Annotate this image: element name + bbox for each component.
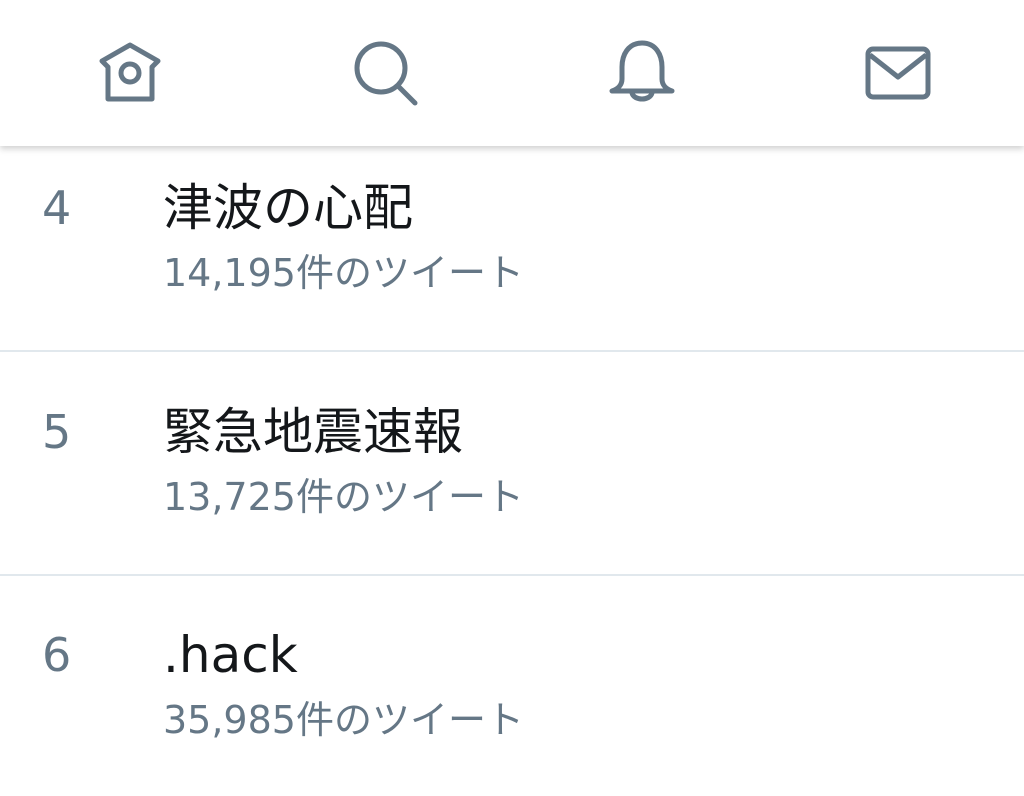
trend-tweet-count: 14,195件のツイート — [163, 251, 524, 295]
trend-title: 津波の心配 — [163, 179, 413, 237]
mail-icon — [865, 46, 931, 100]
trend-tweet-count: 13,725件のツイート — [163, 475, 524, 519]
search-icon — [354, 41, 418, 106]
trend-row[interactable]: 4 津波の心配 14,195件のツイート — [0, 146, 1024, 352]
trend-title: 緊急地震速報 — [163, 403, 463, 461]
trend-row[interactable]: 6 .hack 35,985件のツイート — [0, 575, 1024, 796]
trend-row[interactable]: 5 緊急地震速報 13,725件のツイート — [0, 352, 1024, 576]
nav-notifications-button[interactable] — [602, 33, 682, 113]
bottom-navigation-bar — [0, 0, 1024, 146]
trend-title: .hack — [163, 626, 298, 684]
nav-home-button[interactable] — [90, 33, 170, 113]
home-icon — [99, 42, 161, 102]
trend-rank: 5 — [42, 405, 72, 459]
bell-icon — [609, 40, 675, 102]
trend-tweet-count: 35,985件のツイート — [163, 698, 524, 742]
nav-messages-button[interactable] — [858, 33, 938, 113]
nav-search-button[interactable] — [345, 33, 425, 113]
trend-rank: 6 — [42, 628, 72, 682]
trend-rank: 4 — [42, 181, 72, 235]
trends-list: 4 津波の心配 14,195件のツイート 5 緊急地震速報 13,725件のツイ… — [0, 146, 1024, 796]
